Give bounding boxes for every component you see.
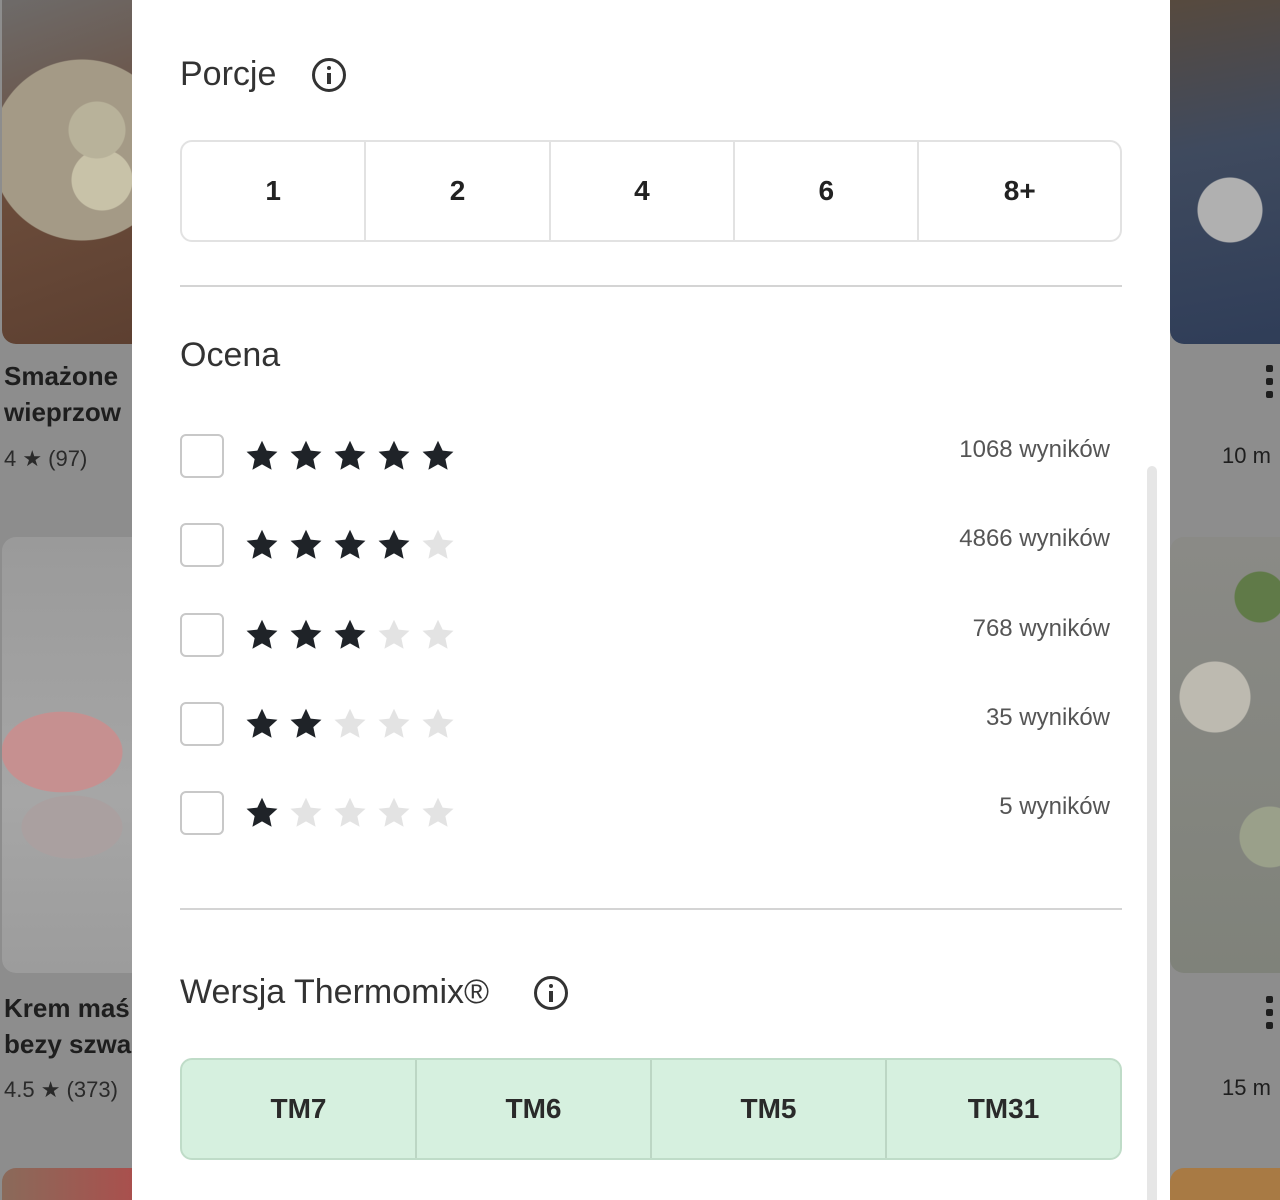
star-filled-icon: [284, 613, 328, 657]
star-filled-icon: [240, 523, 284, 567]
info-icon[interactable]: [312, 58, 346, 92]
version-option-tm31[interactable]: TM31: [887, 1060, 1120, 1158]
panel-scrollbar[interactable]: [1147, 466, 1157, 1200]
star-empty-icon: [372, 613, 416, 657]
result-count: 768 wyników: [972, 615, 1110, 642]
background-recipe-column-left: Smażone wieprzow 4 ★ (97) Krem maś bezy …: [0, 0, 132, 1200]
rating-filter-row[interactable]: 4866 wyników: [180, 523, 1110, 567]
star-rating: [240, 791, 460, 835]
star-empty-icon: [328, 702, 372, 746]
star-empty-icon: [416, 702, 460, 746]
background-recipe-column-right: 10 m 15 m: [1170, 0, 1280, 1200]
star-empty-icon: [372, 791, 416, 835]
star-filled-icon: [240, 702, 284, 746]
rating-checkbox[interactable]: [180, 613, 224, 657]
rating-checkbox[interactable]: [180, 434, 224, 478]
filter-panel: Porcje 1 2 4 6 8+ Ocena 1068 wyników 486…: [132, 0, 1170, 1200]
result-count: 35 wyników: [985, 704, 1110, 731]
recipe-card-title[interactable]: wieprzow: [4, 394, 121, 430]
recipe-card-rating: 4 ★ (97): [4, 446, 88, 471]
section-divider: [180, 908, 1122, 910]
star-rating: [240, 613, 460, 657]
star-rating: [240, 523, 460, 567]
result-count: 5 wyników: [999, 793, 1110, 820]
recipe-card-title[interactable]: Smażone: [4, 358, 118, 394]
star-empty-icon: [328, 791, 372, 835]
rating-filter-row[interactable]: 5 wyników: [180, 791, 1110, 835]
section-divider: [180, 285, 1122, 287]
portion-option-6[interactable]: 6: [735, 142, 920, 240]
result-count: 4866 wyników: [959, 525, 1110, 552]
recipe-card-image[interactable]: [2, 537, 132, 973]
more-options-icon[interactable]: [1266, 996, 1276, 1035]
rating-filter-row[interactable]: 35 wyników: [180, 702, 1110, 746]
recipe-card-time: 15 m: [1222, 1075, 1271, 1100]
portions-selector: 1 2 4 6 8+: [180, 140, 1122, 242]
version-option-tm5[interactable]: TM5: [652, 1060, 887, 1158]
portion-option-4[interactable]: 4: [551, 142, 736, 240]
rating-filter-row[interactable]: 768 wyników: [180, 613, 1110, 657]
star-filled-icon: [240, 791, 284, 835]
rating-checkbox[interactable]: [180, 791, 224, 835]
recipe-card-image[interactable]: [2, 0, 132, 344]
star-empty-icon: [416, 791, 460, 835]
star-filled-icon: [240, 434, 284, 478]
star-rating: [240, 702, 460, 746]
info-icon[interactable]: [534, 976, 568, 1010]
version-selector: TM7 TM6 TM5 TM31: [180, 1058, 1122, 1160]
recipe-card-image[interactable]: [2, 1168, 132, 1200]
recipe-card-rating: 4.5 ★ (373): [4, 1077, 118, 1102]
recipe-card-time: 10 m: [1222, 443, 1271, 468]
recipe-card-image[interactable]: [1170, 0, 1280, 344]
portion-option-1[interactable]: 1: [182, 142, 367, 240]
star-filled-icon: [372, 434, 416, 478]
rating-filter-row[interactable]: 1068 wyników: [180, 434, 1110, 478]
rating-checkbox[interactable]: [180, 702, 224, 746]
portion-option-2[interactable]: 2: [366, 142, 551, 240]
version-title: Wersja Thermomix®: [180, 973, 490, 1011]
portions-title: Porcje: [180, 55, 277, 93]
recipe-card-image[interactable]: [1170, 1168, 1280, 1200]
star-filled-icon: [328, 523, 372, 567]
rating-title: Ocena: [180, 336, 281, 374]
rating-checkbox[interactable]: [180, 523, 224, 567]
star-empty-icon: [284, 791, 328, 835]
recipe-card-title[interactable]: Krem maś: [4, 990, 130, 1026]
recipe-card-image[interactable]: [1170, 537, 1280, 973]
star-filled-icon: [328, 434, 372, 478]
star-filled-icon: [240, 613, 284, 657]
star-filled-icon: [416, 434, 460, 478]
star-empty-icon: [416, 523, 460, 567]
version-option-tm7[interactable]: TM7: [182, 1060, 417, 1158]
star-empty-icon: [372, 702, 416, 746]
portion-option-8-plus[interactable]: 8+: [919, 142, 1120, 240]
more-options-icon[interactable]: [1266, 365, 1276, 404]
version-option-tm6[interactable]: TM6: [417, 1060, 652, 1158]
star-filled-icon: [284, 523, 328, 567]
star-empty-icon: [416, 613, 460, 657]
star-filled-icon: [284, 702, 328, 746]
star-filled-icon: [372, 523, 416, 567]
star-rating: [240, 434, 460, 478]
star-filled-icon: [328, 613, 372, 657]
star-filled-icon: [284, 434, 328, 478]
result-count: 1068 wyników: [959, 436, 1110, 463]
recipe-card-title[interactable]: bezy szwa: [4, 1026, 131, 1062]
